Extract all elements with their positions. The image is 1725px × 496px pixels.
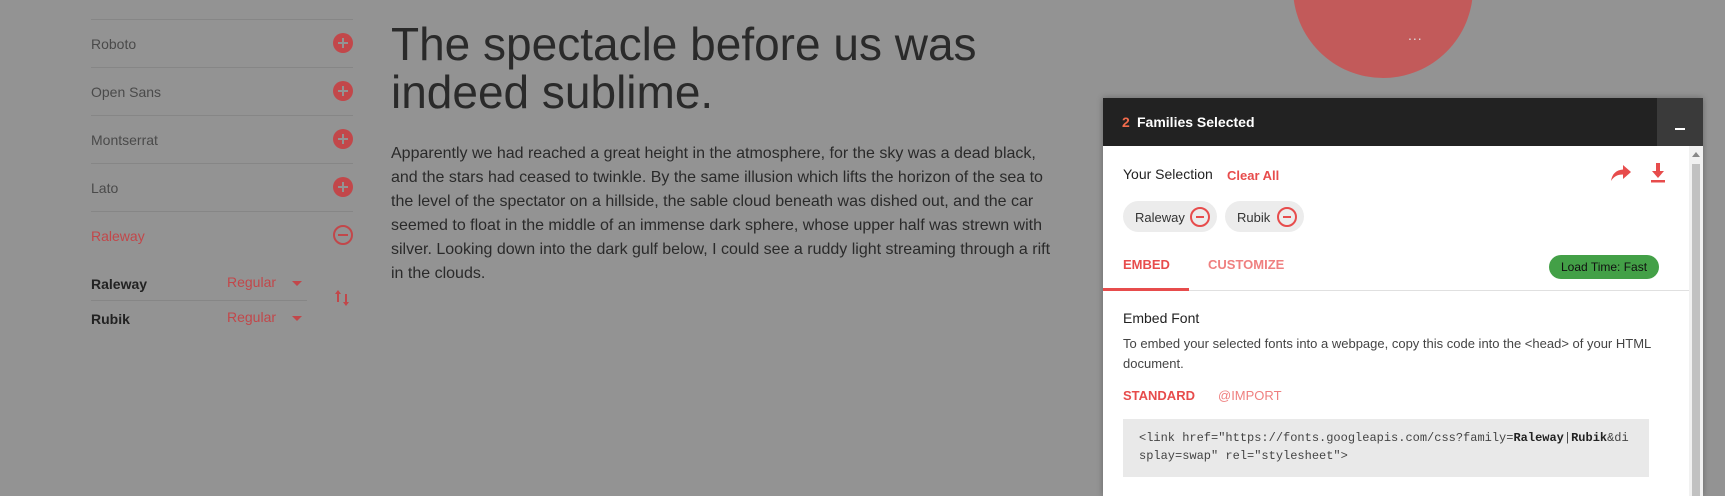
remove-chip-icon[interactable] [1277, 207, 1297, 227]
font-name: Lato [91, 180, 119, 196]
font-list: Roboto Open Sans Montserrat Lato Raleway [91, 19, 353, 259]
code-separator: | [1563, 431, 1572, 445]
code-family-1: Raleway [1513, 431, 1564, 445]
font-name: Montserrat [91, 132, 158, 148]
minimize-button[interactable] [1657, 98, 1703, 146]
font-name: Roboto [91, 36, 137, 52]
font-row-roboto[interactable]: Roboto [91, 19, 353, 67]
selected-count: 2 [1122, 114, 1130, 130]
chip-label: Rubik [1237, 210, 1271, 225]
selection-drawer: 2 Families Selected Your Selection Clear… [1103, 98, 1703, 496]
drawer-title: Families Selected [1137, 114, 1255, 130]
selected-font-row: Rubik Regular [91, 300, 307, 334]
font-row-montserrat[interactable]: Montserrat [91, 115, 353, 163]
remove-font-icon[interactable] [333, 225, 353, 245]
drawer-tabs: EMBED CUSTOMIZE Load Time: Fast [1103, 246, 1689, 291]
remove-chip-icon[interactable] [1190, 207, 1210, 227]
pie-chart-decoration [1293, 0, 1473, 78]
add-font-icon[interactable] [333, 177, 353, 197]
selection-chip-raleway: Raleway [1123, 201, 1217, 232]
font-style-dropdown[interactable]: Regular [227, 309, 276, 325]
tab-embed[interactable]: EMBED [1123, 257, 1170, 272]
share-icon[interactable] [1611, 164, 1631, 182]
selection-chip-rubik: Rubik [1225, 201, 1304, 232]
clear-all-link[interactable]: Clear All [1227, 168, 1279, 183]
selected-font-row: Raleway Regular [91, 266, 307, 300]
embed-font-heading: Embed Font [1123, 310, 1200, 326]
font-name: Raleway [91, 228, 145, 244]
font-name: Open Sans [91, 84, 162, 100]
method-standard-tab[interactable]: STANDARD [1123, 388, 1195, 403]
embed-description: To embed your selected fonts into a webp… [1123, 336, 1651, 371]
drawer-header[interactable]: 2 Families Selected [1103, 98, 1703, 146]
selected-font-name: Rubik [91, 311, 130, 327]
load-time-badge: Load Time: Fast [1549, 255, 1660, 279]
drawer-body: Your Selection Clear All Raleway Rubik E… [1103, 146, 1689, 496]
scrollbar-thumb[interactable] [1692, 164, 1700, 496]
active-tab-indicator [1103, 288, 1189, 291]
selected-font-list: Raleway Regular Rubik Regular [91, 266, 307, 334]
chip-label: Raleway [1135, 210, 1185, 225]
embed-code-box[interactable]: <link href="https://fonts.googleapis.com… [1123, 419, 1649, 477]
add-font-icon[interactable] [333, 81, 353, 101]
preview-headline: The spectacle before us was indeed subli… [391, 18, 977, 118]
selected-font-name: Raleway [91, 276, 148, 292]
code-prefix: <link href="https://fonts.googleapis.com… [1139, 431, 1514, 445]
add-font-icon[interactable] [333, 129, 353, 149]
font-row-lato[interactable]: Lato [91, 163, 353, 211]
preview-paragraph: Apparently we had reached a great height… [391, 145, 1051, 282]
chevron-down-icon[interactable] [292, 281, 302, 286]
pie-ellipsis: ... [1408, 27, 1423, 43]
code-family-2: Rubik [1571, 431, 1608, 445]
font-row-open-sans[interactable]: Open Sans [91, 67, 353, 115]
method-import-tab[interactable]: @IMPORT [1218, 388, 1282, 403]
add-font-icon[interactable] [333, 33, 353, 53]
download-icon[interactable] [1650, 163, 1666, 183]
font-style-dropdown[interactable]: Regular [227, 274, 276, 290]
swap-order-icon[interactable] [334, 288, 350, 308]
scroll-up-arrow[interactable] [1692, 152, 1700, 157]
tab-customize[interactable]: CUSTOMIZE [1208, 257, 1284, 272]
font-row-raleway[interactable]: Raleway [91, 211, 353, 259]
your-selection-label: Your Selection [1123, 166, 1213, 182]
chevron-down-icon[interactable] [292, 316, 302, 321]
